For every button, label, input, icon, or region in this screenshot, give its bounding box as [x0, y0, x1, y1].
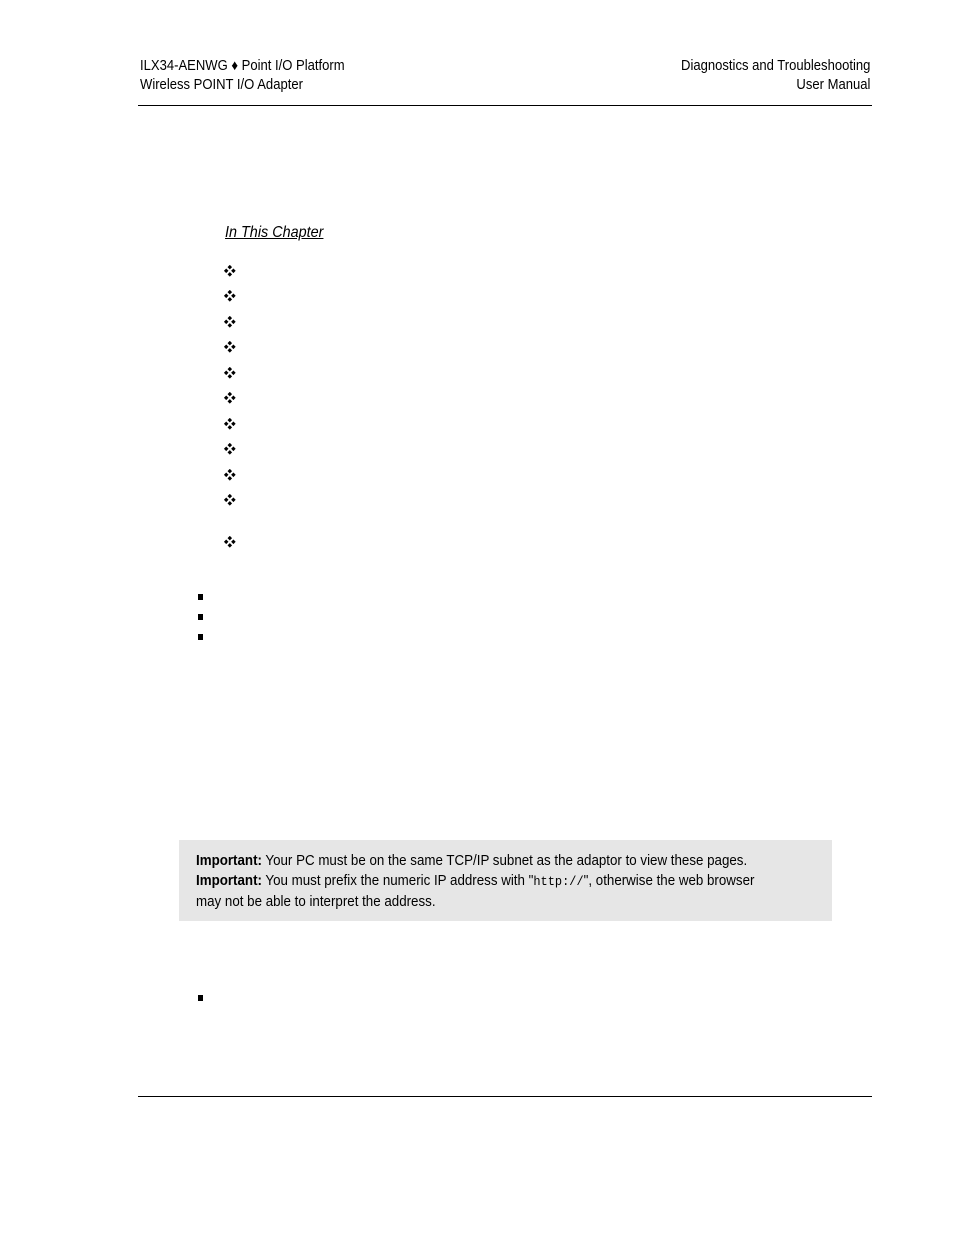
header-product-title: ILX34-AENWG ♦ Point I/O Platform [140, 58, 345, 74]
in-this-chapter-heading: In This Chapter [225, 224, 324, 241]
square-bullet-icon [198, 594, 203, 600]
chapter-item-bullet-icon [224, 536, 236, 548]
chapter-item-bullet-icon [224, 341, 236, 353]
chapter-item-bullet-icon [224, 418, 236, 430]
important-label: Important: [196, 853, 262, 869]
code-http-prefix: http:// [533, 874, 584, 889]
header-chapter-title: Diagnostics and Troubleshooting [680, 58, 870, 74]
square-bullet-icon [198, 614, 203, 620]
header-product-subtitle: Wireless POINT I/O Adapter [140, 77, 303, 93]
important-note-2-continued: may not be able to interpret the address… [196, 894, 436, 910]
header-manual-type: User Manual [796, 77, 870, 93]
square-bullet-icon [198, 634, 203, 640]
chapter-item-bullet-icon [224, 443, 236, 455]
footer-divider [138, 1096, 872, 1097]
chapter-item-bullet-icon [224, 392, 236, 404]
chapter-item-bullet-icon [224, 265, 236, 277]
chapter-item-bullet-icon [224, 469, 236, 481]
header-left: ILX34-AENWG ♦ Point I/O Platform Wireles… [140, 57, 345, 95]
header-divider [138, 105, 872, 106]
important-note-1: Important: Your PC must be on the same T… [196, 853, 748, 869]
square-bullet-icon [198, 995, 203, 1001]
important-note-box: Important: Your PC must be on the same T… [179, 840, 832, 921]
important-label: Important: [196, 873, 262, 889]
chapter-item-bullet-icon [224, 316, 236, 328]
chapter-item-bullet-icon [224, 290, 236, 302]
chapter-item-bullet-icon [224, 494, 236, 506]
important-note-2: Important: You must prefix the numeric I… [196, 873, 755, 889]
header-right: Diagnostics and Troubleshooting User Man… [681, 57, 870, 95]
chapter-item-bullet-icon [224, 367, 236, 379]
